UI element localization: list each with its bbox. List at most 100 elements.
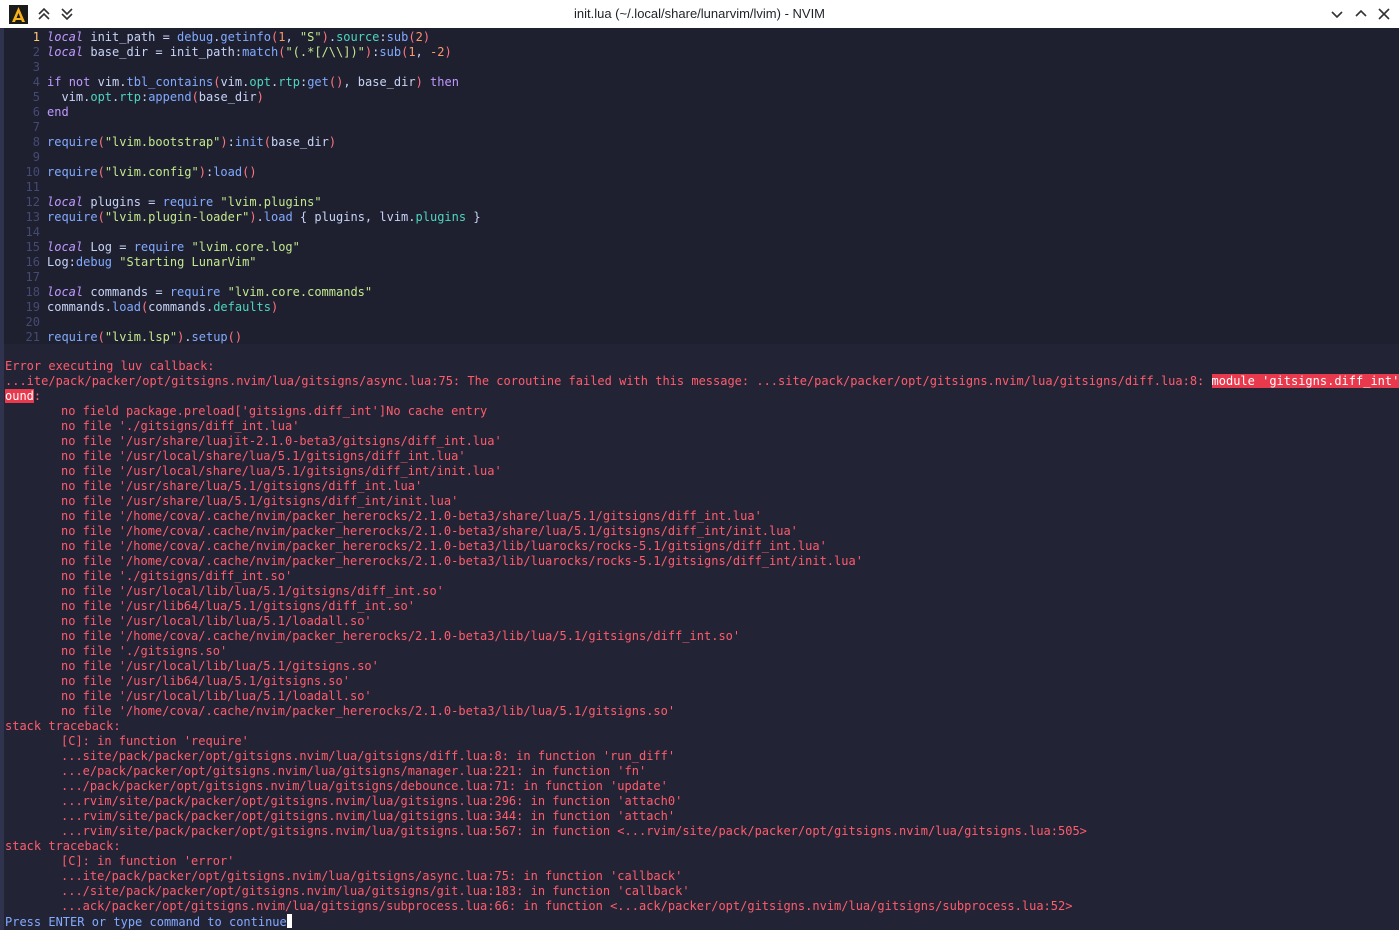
traceback-line: [C]: in function 'error' [5,854,234,869]
line-number: 3 [32,60,40,74]
code-line[interactable]: 2 local base_dir = init_path:match("(.*[/… [0,45,1399,60]
code-token: require [47,210,98,224]
code-line[interactable]: 3 [0,60,1399,75]
code-token: Log: [47,255,76,269]
code-token: append [148,90,192,104]
code-token: ) [321,30,329,44]
search-path-line: no file '/usr/lib64/lua/5.1/gitsigns/dif… [5,599,415,614]
code-line[interactable]: 10 require("lvim.config"):load() [0,165,1399,180]
line-number: 11 [25,180,40,194]
message-text: no file '/home/cova/.cache/nvim/packer_h… [61,554,863,568]
traceback-header: stack traceback: [5,719,121,734]
code-token: "lvim.core.commands" [227,285,373,299]
code-token: end [47,105,69,119]
message-text: ...ite/pack/packer/opt/gitsigns.nvim/lua… [61,869,683,883]
traceback-line: .../pack/packer/opt/gitsigns.nvim/lua/gi… [5,779,668,794]
traceback-line: ...ite/pack/packer/opt/gitsigns.nvim/lua… [5,869,682,884]
code-line[interactable]: 11 [0,180,1399,195]
code-token: if [47,75,62,89]
code-token: vim. [220,75,250,89]
code-token: ( [97,135,105,149]
code-line[interactable]: 19 commands.load(commands.defaults) [0,300,1399,315]
code-token: : [379,30,387,44]
code-line[interactable]: 4 if not vim.tbl_contains(vim.opt.rtp:get… [0,75,1399,90]
code-token: : [227,135,235,149]
code-line[interactable]: 6 end [0,105,1399,120]
prompt-line[interactable]: Press ENTER or type command to continue [5,914,292,930]
code-token: ) [422,30,431,44]
code-text: local plugins = require "lvim.plugins" [47,195,322,210]
code-token: getinfo [220,30,271,44]
code-token: "lvim.config" [104,165,199,179]
close-icon[interactable] [1375,5,1393,23]
code-line[interactable]: 1 local init_path = debug.getinfo(1, "S")… [0,30,1399,45]
line-number: 15 [25,240,40,254]
code-token: 1 [408,45,416,59]
code-line[interactable]: 13 require("lvim.plugin-loader").load { p… [0,210,1399,225]
minimize-icon[interactable] [1328,5,1346,23]
code-token: require [169,285,221,299]
search-path-line: no file './gitsigns/diff_int.so' [5,569,292,584]
code-text: require("lvim.bootstrap"):init(base_dir) [47,135,336,150]
traceback-line: .../site/pack/packer/opt/gitsigns.nvim/l… [5,884,690,899]
search-path-line: no file '/home/cova/.cache/nvim/packer_h… [5,524,798,539]
message-text: no file '/usr/lib64/lua/5.1/gitsigns/dif… [61,599,416,613]
message-text: no file '/usr/share/lua/5.1/gitsigns/dif… [61,479,423,493]
code-token: commands = [83,285,170,299]
search-path-line: no file '/usr/lib64/lua/5.1/gitsigns.so' [5,674,350,689]
code-token: commands. [148,300,214,314]
message-text: ...ack/packer/opt/gitsigns.nvim/lua/gits… [61,899,1073,913]
message-text: ...rvim/site/pack/packer/opt/gitsigns.nv… [61,824,1087,838]
line-number: 4 [32,75,40,89]
message-text: no file '/home/cova/.cache/nvim/packer_h… [61,704,676,718]
code-line[interactable]: 15 local Log = require "lvim.core.log" [0,240,1399,255]
code-line[interactable]: 20 [0,315,1399,330]
code-line[interactable]: 14 [0,225,1399,240]
maximize-icon[interactable] [1352,5,1370,23]
code-line[interactable]: 17 [0,270,1399,285]
window-title: init.lua (~/.local/share/lunarvim/lvim) … [573,6,826,21]
code-token: () [242,165,257,179]
error-highlight: ound [5,389,34,403]
editor-buffer[interactable]: 1 local init_path = debug. getinfo (1, "S")… [0,28,1399,344]
code-text: local Log = require "lvim.core.log" [47,240,300,255]
code-token: load [213,165,243,179]
code-token: sub [386,30,409,44]
code-line[interactable]: 8 require("lvim.bootstrap"):init(base_dir… [0,135,1399,150]
code-token: vim. [47,90,91,104]
code-line[interactable]: 5 vim.opt.rtp:append(base_dir) [0,90,1399,105]
code-token: ) [271,300,279,314]
code-token: , [415,45,430,59]
message-text: no file '/home/cova/.cache/nvim/packer_h… [61,629,741,643]
message-text: [C]: in function 'require' [61,734,249,748]
code-token: require [162,195,214,209]
code-text: require("lvim.lsp").setup() [47,330,242,345]
code-line[interactable]: 18 local commands = require "lvim.core.co… [0,285,1399,300]
code-token: 2 [415,30,423,44]
code-token: ( [191,90,199,104]
terminal-area[interactable]: 1 local init_path = debug. getinfo (1, "S")… [0,28,1399,930]
code-line[interactable]: 16 Log:debug "Starting LunarVim" [0,255,1399,270]
code-token: opt [249,75,272,89]
message-text: : [33,389,42,403]
code-token: sub [379,45,402,59]
search-path-line: no file '/usr/local/share/lua/5.1/gitsig… [5,449,466,464]
code-token: plugins [415,210,467,224]
code-token: Log = [83,240,134,254]
code-line[interactable]: 9 [0,150,1399,165]
cursor [286,914,292,928]
traceback-line: ...e/pack/packer/opt/gitsigns.nvim/lua/g… [5,764,646,779]
code-line[interactable]: 12 local plugins = require "lvim.plugins" [0,195,1399,210]
code-line[interactable]: 7 [0,120,1399,135]
line-number: 16 [25,255,40,269]
code-line[interactable]: 21 require("lvim.lsp").setup() [0,330,1399,345]
code-token: () [227,330,243,344]
code-token: not [68,75,91,89]
line-number: 5 [32,90,40,104]
code-token: match [242,45,279,59]
line-number: 20 [25,315,40,329]
traceback-line: ...ack/packer/opt/gitsigns.nvim/lua/gits… [5,899,1072,914]
line-number: 17 [25,270,40,284]
code-token: base_dir [271,135,329,149]
